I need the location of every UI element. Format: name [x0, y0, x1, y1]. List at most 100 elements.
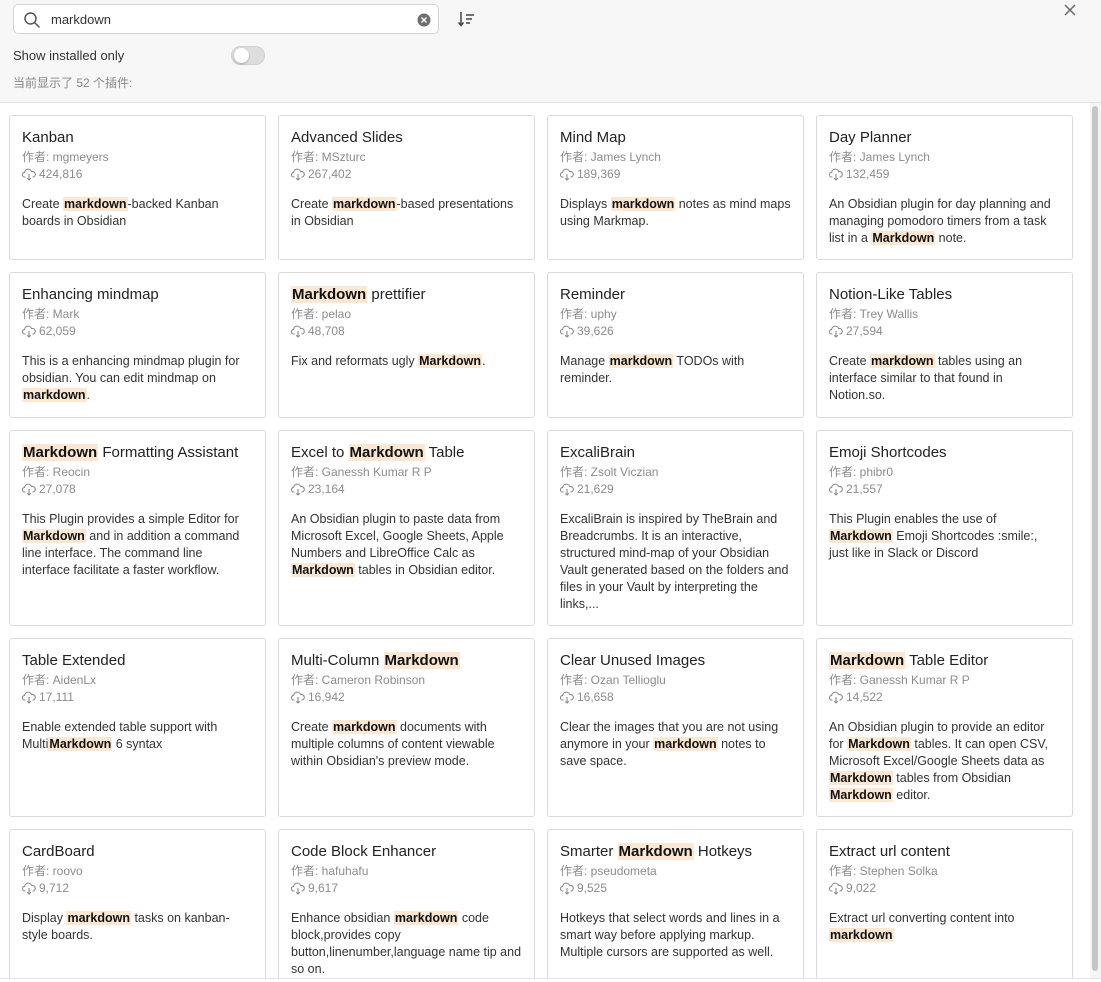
search-match-highlight: markdown: [22, 388, 87, 402]
plugin-name: Multi-Column Markdown: [291, 652, 460, 669]
plugin-description: Manage markdown TODOs with reminder.: [560, 354, 745, 385]
plugin-description: This is a enhancing mindmap plugin for o…: [22, 354, 240, 402]
plugin-downloads: 9,712: [22, 880, 253, 897]
download-icon: [829, 691, 843, 704]
scrollbar-thumb[interactable]: [1092, 106, 1098, 971]
download-icon: [22, 325, 36, 338]
search-match-highlight: Markdown: [348, 444, 425, 461]
plugin-author: 作者: phibr0: [829, 465, 894, 479]
plugin-description: An Obsidian plugin for day planning and …: [829, 197, 1051, 245]
search-match-highlight: markdown: [870, 354, 935, 368]
search-input[interactable]: markdown: [51, 12, 111, 27]
plugin-card[interactable]: Multi-Column Markdown 作者: Cameron Robinso…: [278, 638, 535, 817]
search-match-highlight: Markdown: [291, 286, 368, 303]
plugin-description: Create markdown tables using an interfac…: [829, 354, 1023, 402]
plugin-grid: Kanban 作者: mgmeyers 424,816 Create markdown…: [9, 115, 1074, 978]
plugin-downloads: 14,522: [829, 689, 1060, 706]
plugin-name: Kanban: [22, 129, 74, 146]
plugin-name: Clear Unused Images: [560, 652, 706, 669]
download-count: 424,816: [39, 167, 83, 181]
plugin-description: Enhance obsidian markdown code block,pro…: [291, 911, 522, 976]
plugin-card[interactable]: Code Block Enhancer 作者: hafuhafu 9,617 Enha…: [278, 829, 535, 978]
search-match-highlight: Markdown: [829, 529, 893, 543]
plugin-author: 作者: James Lynch: [829, 150, 930, 164]
plugin-downloads: 21,629: [560, 481, 791, 498]
plugin-name: Reminder: [560, 286, 626, 303]
plugin-card[interactable]: Extract url content 作者: Stephen Solka 9,02…: [816, 829, 1073, 978]
download-count: 9,525: [577, 881, 608, 895]
plugin-author: 作者: Cameron Robinson: [291, 673, 426, 687]
plugin-count: 当前显示了 52 个插件:: [13, 76, 133, 90]
plugin-downloads: 62,059: [22, 323, 253, 340]
plugin-card[interactable]: Markdown Table Editor 作者: Ganessh Kumar R…: [816, 638, 1073, 817]
plugin-card[interactable]: Markdown prettifier 作者: pelao 48,708 Fix an…: [278, 272, 535, 418]
plugin-author: 作者: James Lynch: [560, 150, 661, 164]
plugin-author: 作者: hafuhafu: [291, 864, 369, 878]
download-icon: [560, 483, 574, 496]
plugin-name: Markdown Formatting Assistant: [22, 444, 239, 461]
download-count: 23,164: [308, 482, 345, 496]
plugin-downloads: 48,708: [291, 323, 522, 340]
scrollbar[interactable]: [1090, 103, 1101, 978]
search-match-highlight: Markdown: [22, 529, 86, 543]
bottom-edge: [0, 978, 1101, 982]
download-count: 16,658: [577, 690, 614, 704]
plugin-name: Smarter Markdown Hotkeys: [560, 843, 753, 860]
plugin-card[interactable]: Table Extended 作者: AidenLx 17,111 Enable ex…: [9, 638, 266, 817]
installed-only-label: Show installed only: [13, 48, 125, 63]
download-icon: [560, 691, 574, 704]
plugin-card[interactable]: Enhancing mindmap 作者: Mark 62,059 This is a…: [9, 272, 266, 418]
search-match-highlight: markdown: [608, 354, 674, 368]
plugin-card[interactable]: Emoji Shortcodes 作者: phibr0 21,557 This Plu…: [816, 430, 1073, 626]
plugin-name: Table Extended: [22, 652, 126, 669]
plugin-downloads: 9,022: [829, 880, 1060, 897]
download-icon: [22, 483, 36, 496]
clear-search-icon[interactable]: [417, 13, 431, 27]
plugin-card[interactable]: Kanban 作者: mgmeyers 424,816 Create markdown…: [9, 115, 266, 260]
search-match-highlight: Markdown: [418, 354, 482, 368]
plugin-card[interactable]: Day Planner 作者: James Lynch 132,459 An Obsi…: [816, 115, 1073, 260]
plugin-card[interactable]: Excel to Markdown Table 作者: Ganessh Kumar…: [278, 430, 535, 626]
plugin-downloads: 17,111: [22, 689, 253, 706]
plugin-card[interactable]: Mind Map 作者: James Lynch 189,369 Displays m…: [547, 115, 804, 260]
close-button[interactable]: [1062, 2, 1078, 18]
search-box[interactable]: markdown: [13, 4, 439, 34]
plugin-card[interactable]: ExcaliBrain 作者: Zsolt Viczian 21,629 Excali…: [547, 430, 804, 626]
download-count: 39,626: [577, 324, 614, 338]
sort-icon[interactable]: [457, 10, 475, 28]
download-count: 48,708: [308, 324, 345, 338]
plugin-author: 作者: uphy: [560, 307, 617, 321]
plugin-description: An Obsidian plugin to provide an editor …: [829, 720, 1049, 802]
plugin-author: 作者: pseudometa: [560, 864, 657, 878]
plugin-card[interactable]: Clear Unused Images 作者: Ozan Tellioglu 16,…: [547, 638, 804, 817]
plugin-card[interactable]: Reminder 作者: uphy 39,626 Manage markdown TO…: [547, 272, 804, 418]
plugin-description: ExcaliBrain is inspired by TheBrain and …: [560, 512, 789, 611]
plugin-author: 作者: Ozan Tellioglu: [560, 673, 666, 687]
plugin-card[interactable]: Notion-Like Tables 作者: Trey Wallis 27,594 C…: [816, 272, 1073, 418]
download-icon: [291, 882, 305, 895]
download-icon: [291, 691, 305, 704]
search-match-highlight: markdown: [610, 197, 676, 211]
plugin-downloads: 23,164: [291, 481, 522, 498]
download-icon: [829, 168, 843, 181]
plugin-card[interactable]: Markdown Formatting Assistant 作者: Reocin 2…: [9, 430, 266, 626]
plugin-card[interactable]: CardBoard 作者: roovo 9,712 Display markdown …: [9, 829, 266, 978]
download-icon: [291, 168, 305, 181]
plugin-author: 作者: Mark: [22, 307, 80, 321]
plugin-name: CardBoard: [22, 843, 95, 860]
plugin-author: 作者: pelao: [291, 307, 352, 321]
plugin-list: Kanban 作者: mgmeyers 424,816 Create markdown…: [0, 103, 1090, 978]
plugin-downloads: 39,626: [560, 323, 791, 340]
plugin-name: Notion-Like Tables: [829, 286, 953, 303]
plugin-author: 作者: roovo: [22, 864, 83, 878]
plugin-name: Mind Map: [560, 129, 626, 146]
plugin-card[interactable]: Advanced Slides 作者: MSzturc 267,402 Create …: [278, 115, 535, 260]
download-icon: [829, 483, 843, 496]
plugin-downloads: 9,525: [560, 880, 791, 897]
download-count: 132,459: [846, 167, 890, 181]
installed-only-toggle[interactable]: [231, 46, 265, 65]
plugin-author: 作者: AidenLx: [22, 673, 97, 687]
search-match-highlight: markdown: [63, 197, 128, 211]
plugin-description: Hotkeys that select words and lines in a…: [560, 911, 780, 959]
plugin-card[interactable]: Smarter Markdown Hotkeys 作者: pseudometa 9,…: [547, 829, 804, 978]
